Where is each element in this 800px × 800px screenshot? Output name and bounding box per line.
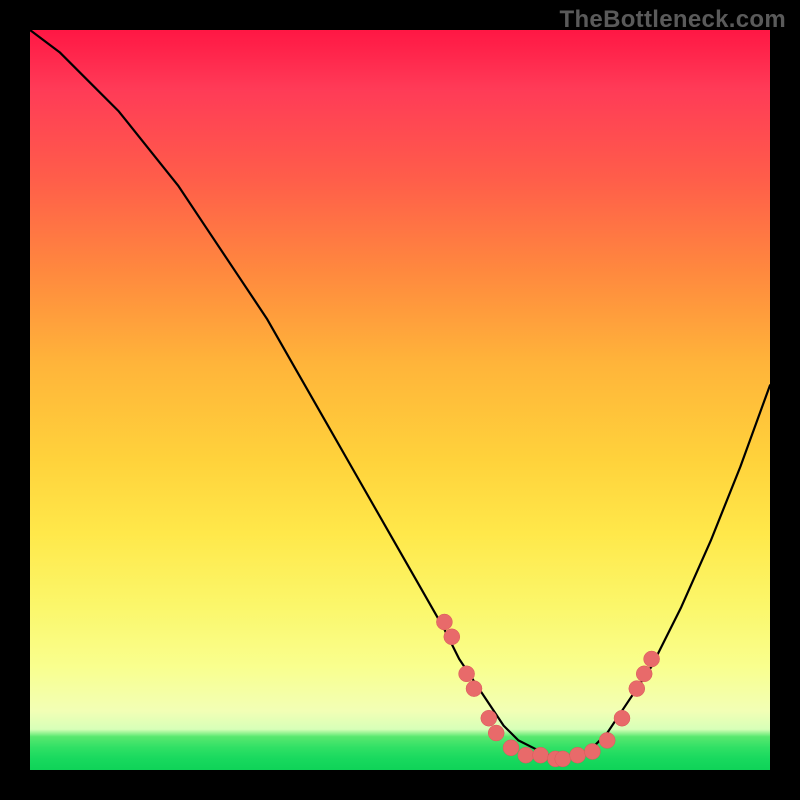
marker-dot — [629, 681, 645, 697]
marker-dot — [503, 740, 519, 756]
marker-dot — [614, 710, 630, 726]
marker-dot — [518, 747, 534, 763]
bottleneck-curve-path — [30, 30, 770, 755]
marker-dot — [644, 651, 660, 667]
marker-dot — [466, 681, 482, 697]
marker-dot — [555, 751, 571, 767]
marker-dot — [584, 744, 600, 760]
marker-dot — [599, 732, 615, 748]
chart-frame: TheBottleneck.com — [0, 0, 800, 800]
marker-dot — [436, 614, 452, 630]
plot-area — [30, 30, 770, 770]
marker-dot — [444, 629, 460, 645]
marker-dot — [636, 666, 652, 682]
marker-dot — [533, 747, 549, 763]
marker-dot — [570, 747, 586, 763]
marker-dots — [436, 614, 659, 767]
marker-dot — [488, 725, 504, 741]
curve-svg — [30, 30, 770, 770]
marker-dot — [481, 710, 497, 726]
marker-dot — [459, 666, 475, 682]
